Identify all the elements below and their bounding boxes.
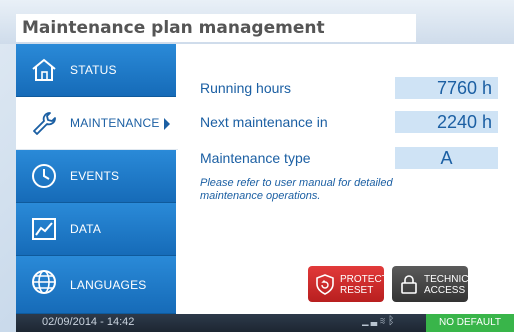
protection-reset-button[interactable]: PROTECTION RESET (308, 266, 406, 302)
connectivity-icons: ▁▃≋ᛒ (362, 315, 396, 327)
protection-reset-label: PROTECTION RESET (340, 274, 406, 296)
bluetooth-icon: ᛒ (387, 315, 397, 327)
signal-icon: ▁▃ (362, 315, 380, 327)
status-badge: NO DEFAULT (426, 314, 514, 332)
next-maintenance-value: 2240 h (395, 111, 498, 133)
next-maintenance-label: Next maintenance in (200, 114, 328, 130)
sidebar-item-data[interactable]: DATA (16, 203, 176, 256)
wrench-icon (30, 109, 58, 137)
shield-reset-icon (314, 273, 336, 295)
technician-access-label: TECHNICIAN ACCESS (424, 274, 486, 296)
running-hours-value: 7760 h (395, 77, 498, 99)
sidebar-item-label: MAINTENANCE (70, 116, 160, 130)
maintenance-panel: Running hours 7760 h Next maintenance in… (178, 44, 514, 314)
maintenance-type-label: Maintenance type (200, 150, 311, 166)
page-title: Maintenance plan management (16, 14, 416, 42)
technician-access-button[interactable]: TECHNICIAN ACCESS (392, 266, 486, 302)
sidebar-item-label: LANGUAGES (70, 278, 147, 292)
status-datetime: 02/09/2014 - 14:42 (42, 316, 135, 328)
sidebar-item-languages[interactable]: LANGUAGES (16, 256, 176, 314)
device-screen: STATUS MAINTENANCE EVENTS DATA LANGUAGES… (16, 44, 514, 332)
sidebar-item-label: EVENTS (70, 169, 120, 183)
lock-icon (398, 273, 420, 295)
status-bar: 02/09/2014 - 14:42 ▁▃≋ᛒ NO DEFAULT (16, 314, 514, 332)
running-hours-label: Running hours (200, 80, 292, 96)
wifi-icon: ≋ (379, 315, 388, 327)
clock-icon (30, 162, 58, 190)
sidebar-item-label: DATA (70, 222, 102, 236)
home-icon (30, 56, 58, 84)
globe-icon (30, 268, 58, 296)
sidebar: STATUS MAINTENANCE EVENTS DATA LANGUAGES (16, 44, 178, 314)
maintenance-note: Please refer to user manual for detailed… (200, 177, 393, 202)
sidebar-item-maintenance[interactable]: MAINTENANCE (16, 97, 178, 150)
chevron-right-icon (164, 118, 170, 130)
maintenance-type-value: A (395, 147, 498, 169)
sidebar-item-label: STATUS (70, 63, 117, 77)
sidebar-item-status[interactable]: STATUS (16, 44, 176, 97)
sidebar-item-events[interactable]: EVENTS (16, 150, 176, 203)
caption-background: Maintenance plan management (0, 0, 514, 44)
chart-icon (30, 215, 58, 243)
